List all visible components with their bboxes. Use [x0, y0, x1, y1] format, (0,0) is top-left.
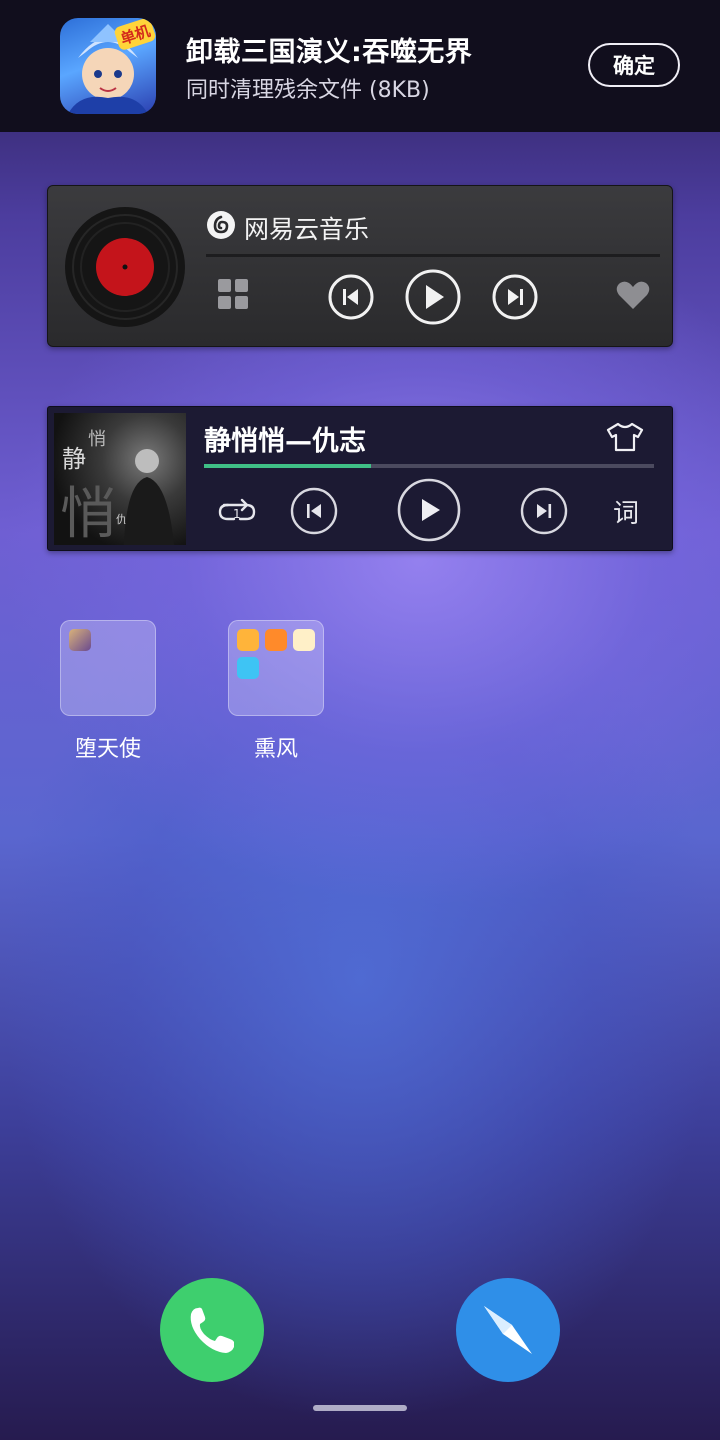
netease-brand-label: 网易云音乐: [244, 215, 370, 244]
compass-icon: [484, 1306, 532, 1354]
vinyl-record-icon: [64, 206, 186, 328]
uninstall-notification: 单机 卸载三国演义:吞噬无界 同时清理残余文件 (8KB) 确定: [0, 0, 720, 132]
lyrics-button[interactable]: 词: [613, 493, 639, 530]
browser-app-button[interactable]: [456, 1278, 560, 1382]
skin-shirt-icon[interactable]: [606, 422, 644, 452]
previous-button[interactable]: [290, 487, 338, 535]
previous-button[interactable]: [328, 274, 374, 320]
repeat-one-icon[interactable]: 1: [216, 495, 258, 527]
next-button[interactable]: [492, 274, 538, 320]
folder-icon[interactable]: [60, 620, 156, 716]
play-button[interactable]: [405, 269, 461, 325]
grid-icon[interactable]: [218, 279, 248, 309]
app-icon: 单机: [60, 18, 156, 114]
progress-fill: [204, 464, 371, 468]
folder-label[interactable]: 堕天使: [38, 731, 178, 763]
app-mini-icon: [69, 629, 91, 651]
play-button[interactable]: [397, 478, 461, 542]
svg-text:1: 1: [233, 507, 241, 521]
confirm-button[interactable]: 确定: [588, 43, 680, 87]
phone-app-button[interactable]: [160, 1278, 264, 1382]
folder-label[interactable]: 熏风: [206, 731, 346, 763]
netease-logo-icon: [206, 210, 236, 240]
home-indicator[interactable]: [313, 1405, 407, 1411]
app-mini-icon: [237, 629, 259, 651]
app-mini-icon: [265, 629, 287, 651]
next-button[interactable]: [520, 487, 568, 535]
progress-bar[interactable]: [204, 464, 654, 468]
divider: [206, 254, 660, 257]
app-mini-icon: [293, 629, 315, 651]
notification-title: 卸载三国演义:吞噬无界: [186, 37, 473, 68]
heart-icon[interactable]: [616, 280, 650, 310]
app-mini-icon: [237, 657, 259, 679]
notification-subtitle: 同时清理残余文件 (8KB): [186, 78, 430, 103]
album-cover: 静 悄 悄 仇志: [54, 413, 186, 545]
folder-icon[interactable]: [228, 620, 324, 716]
song-title: 静悄悄—仇志: [204, 426, 366, 457]
phone-icon: [190, 1307, 234, 1353]
